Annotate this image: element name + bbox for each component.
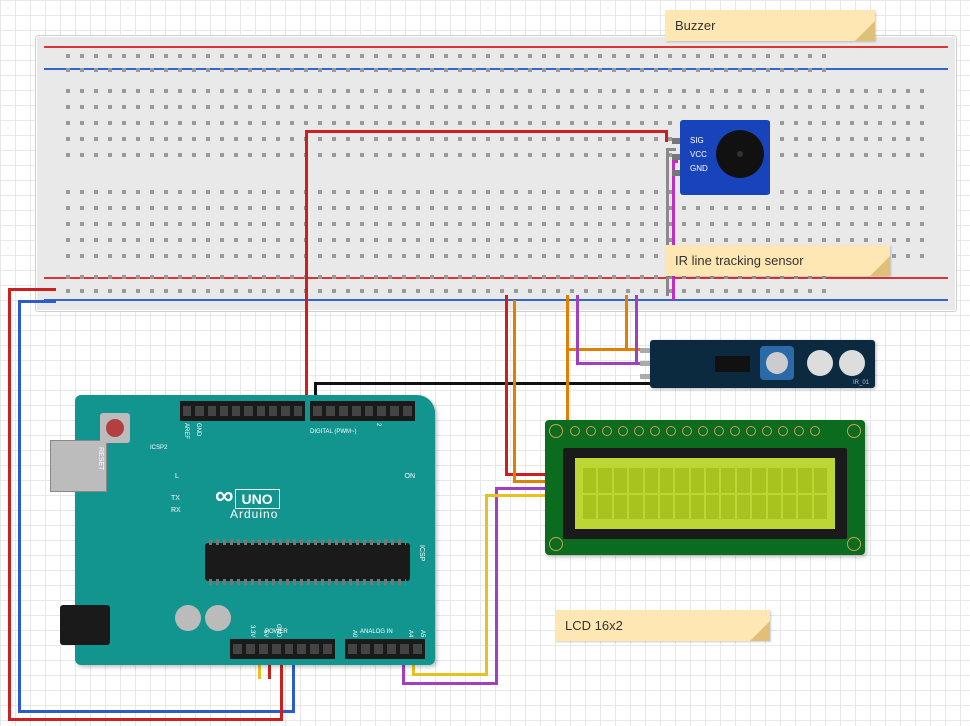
wire-5v-red bbox=[8, 288, 56, 291]
note-buzzer: Buzzer bbox=[665, 10, 875, 41]
wire-lcd-sda bbox=[402, 665, 405, 683]
pin-gnd2: GND bbox=[275, 624, 281, 637]
wire-lcd-scl bbox=[412, 673, 487, 676]
ir-receiver-icon bbox=[839, 350, 865, 376]
digital-header-right[interactable] bbox=[310, 401, 415, 421]
atmega-chip-icon bbox=[205, 543, 410, 581]
barrel-jack-icon bbox=[60, 605, 110, 645]
wire-lcd-vcc bbox=[505, 295, 508, 475]
infinity-icon: ∞ bbox=[215, 480, 230, 510]
capacitors-icon bbox=[175, 605, 231, 631]
wire-5v-red bbox=[8, 718, 283, 721]
arduino-name: Arduino bbox=[230, 507, 278, 521]
reset-label: RESET bbox=[97, 447, 104, 470]
pin-a4: A4 bbox=[407, 630, 413, 637]
analog-label: ANALOG IN bbox=[360, 629, 393, 635]
wire-5v-red bbox=[8, 288, 11, 721]
pin-a5: A5 bbox=[419, 630, 425, 637]
wire-lcd-gnd bbox=[513, 300, 516, 483]
arduino-uno: RESET DIGITAL (PWM~) POWER ANALOG IN ∞UN… bbox=[75, 395, 435, 665]
lcd-screen bbox=[575, 458, 835, 529]
icsp2-label: ICSP2 bbox=[150, 445, 167, 451]
wire-gnd-blue bbox=[18, 300, 56, 303]
rx-led-label: RX bbox=[171, 507, 181, 514]
wire-d8-red bbox=[665, 130, 668, 142]
reset-button[interactable] bbox=[100, 413, 130, 443]
uno-badge: UNO bbox=[235, 489, 280, 509]
power-header[interactable] bbox=[230, 639, 335, 659]
wire-d8-red bbox=[305, 130, 665, 133]
wire-ir-out bbox=[625, 295, 628, 350]
wire-ir-vcc bbox=[576, 295, 579, 365]
wire-buz-gnd bbox=[672, 160, 675, 300]
pin-aref: AREF bbox=[183, 423, 189, 439]
note-ir: IR line tracking sensor bbox=[665, 245, 890, 276]
digital-header-left[interactable] bbox=[180, 401, 305, 421]
potentiometer-icon bbox=[760, 346, 794, 380]
lcd-char-grid bbox=[583, 468, 827, 519]
wire-stub bbox=[268, 665, 271, 679]
pin-2: 2 bbox=[375, 423, 381, 426]
piezo-icon bbox=[716, 130, 764, 178]
wire-lcd-sda bbox=[495, 487, 498, 685]
mount-hole-icon bbox=[847, 424, 861, 438]
wire-lcd-scl bbox=[485, 494, 488, 676]
pin-gnd: GND bbox=[195, 423, 201, 436]
note-lcd: LCD 16x2 bbox=[555, 610, 770, 641]
ir-line-sensor: IR_01 bbox=[650, 340, 875, 388]
buzzer-pin-gnd: GND bbox=[690, 162, 708, 176]
icsp-label: ICSP bbox=[418, 545, 425, 561]
l-led-label: L bbox=[175, 473, 179, 480]
lcd-16x2 bbox=[545, 420, 865, 555]
digital-label: DIGITAL (PWM~) bbox=[310, 429, 357, 435]
on-led-label: ON bbox=[405, 473, 416, 480]
lcd-bezel bbox=[563, 448, 847, 539]
buzzer-pin-vcc: VCC bbox=[690, 148, 708, 162]
mount-hole-icon bbox=[549, 424, 563, 438]
bb-tie-top bbox=[66, 86, 948, 160]
mount-hole-icon bbox=[549, 537, 563, 551]
wire-lcd-sda bbox=[402, 682, 497, 685]
bb-top-power bbox=[66, 51, 948, 75]
buzzer-module: SIG VCC GND bbox=[680, 120, 770, 195]
wire-gnd-blue bbox=[18, 300, 21, 713]
buzzer-pins bbox=[672, 138, 680, 176]
wire-ir-gnd bbox=[314, 382, 654, 385]
ir-emitter-icon bbox=[807, 350, 833, 376]
wire-d8-red bbox=[305, 130, 308, 405]
pin-5v: 5V bbox=[262, 630, 268, 637]
wire-5v-red bbox=[280, 665, 283, 720]
ir-comparator-icon bbox=[715, 356, 750, 372]
pin-a0: A0 bbox=[351, 630, 357, 637]
wire-gnd-blue bbox=[18, 710, 295, 713]
ir-label: IR_01 bbox=[853, 380, 869, 386]
analog-header[interactable] bbox=[345, 639, 425, 659]
wire-ir-vcc bbox=[635, 295, 638, 365]
lcd-pin-row bbox=[570, 426, 820, 436]
pin-3v3: 3.3V bbox=[249, 625, 255, 637]
tx-led-label: TX bbox=[171, 495, 180, 502]
mount-hole-icon bbox=[847, 537, 861, 551]
ir-pins bbox=[640, 348, 650, 379]
buzzer-pin-sig: SIG bbox=[690, 134, 708, 148]
wire-gnd-blue bbox=[292, 665, 295, 713]
wire-stub bbox=[258, 665, 261, 679]
